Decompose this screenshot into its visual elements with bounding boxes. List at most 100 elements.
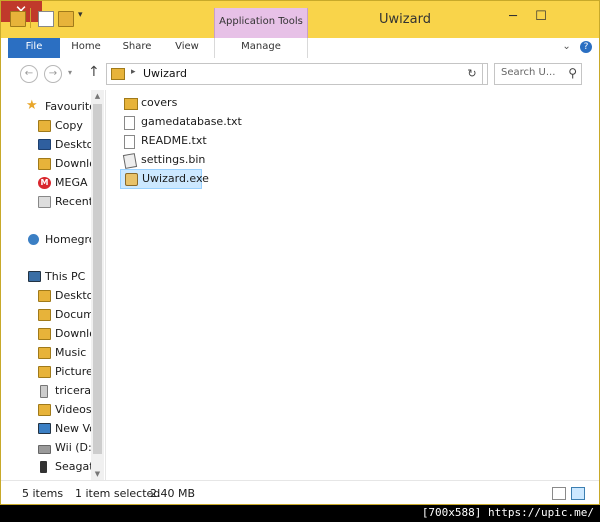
status-bar: 5 items 1 item selected 2.40 MB — [0, 480, 600, 506]
ribbon-tabs: File Home Share View Manage ⌄ ? — [0, 38, 600, 59]
phone-icon — [40, 461, 47, 473]
search-placeholder: Search U... — [501, 67, 556, 78]
nav-item-desktop-pc[interactable]: Desktop — [0, 287, 92, 305]
scroll-up-icon[interactable]: ▲ — [91, 90, 104, 102]
folder-icon — [38, 120, 51, 132]
folder-icon — [38, 366, 51, 378]
nav-item-copy[interactable]: Copy — [0, 117, 92, 135]
folder-icon — [124, 98, 138, 110]
nav-item-homegroup[interactable]: Homegroup — [0, 231, 92, 249]
nav-item-label: Seagate — [55, 460, 92, 473]
refresh-button[interactable]: ↻ — [462, 63, 483, 85]
maximize-button[interactable]: ☐ — [528, 6, 554, 28]
new-folder-icon[interactable] — [58, 11, 74, 27]
nav-item-favourites[interactable]: ★ Favourites — [0, 98, 92, 116]
homegroup-icon — [28, 234, 39, 245]
text-file-icon — [124, 135, 135, 149]
back-button[interactable]: ← — [20, 65, 38, 83]
nav-item-recent[interactable]: Recent places — [0, 193, 92, 211]
tab-manage[interactable]: Manage — [214, 38, 308, 58]
folder-icon — [38, 347, 51, 359]
file-name: README.txt — [141, 134, 207, 147]
up-button[interactable]: ↑ — [88, 64, 100, 80]
folder-icon — [38, 309, 51, 321]
folder-icon — [111, 68, 125, 80]
nav-item-label: Copy — [55, 119, 83, 132]
search-input[interactable]: Search U... ⚲ — [494, 63, 582, 85]
file-name: covers — [141, 96, 178, 109]
nav-item-videos[interactable]: Videos — [0, 401, 92, 419]
nav-item-triceratops[interactable]: triceratops — [0, 382, 92, 400]
file-name: Uwizard.exe — [142, 172, 209, 185]
nav-item-pictures[interactable]: Pictures — [0, 363, 92, 381]
tab-view[interactable]: View — [166, 38, 208, 58]
forward-button[interactable]: → — [44, 65, 62, 83]
nav-item-wii-drive[interactable]: Wii (D:) — [0, 439, 92, 457]
desktop-icon — [38, 139, 51, 150]
drive-icon — [38, 423, 51, 434]
tab-file[interactable]: File — [8, 38, 60, 58]
nav-item-label: Documents — [55, 308, 92, 321]
content-scrollbar[interactable] — [588, 90, 600, 480]
tab-share[interactable]: Share — [114, 38, 160, 58]
nav-item-new-volume[interactable]: New Volume — [0, 420, 92, 438]
breadcrumb-separator-icon[interactable]: ▸ — [131, 67, 136, 77]
scroll-down-icon[interactable]: ▼ — [91, 468, 104, 480]
tab-application-tools[interactable]: Application Tools — [214, 8, 308, 38]
selection-status: 1 item selected — [75, 487, 161, 500]
nav-item-documents[interactable]: Documents — [0, 306, 92, 324]
nav-item-downloads-pc[interactable]: Downloads — [0, 325, 92, 343]
search-icon[interactable]: ⚲ — [568, 66, 577, 80]
list-item[interactable]: README.txt — [120, 132, 210, 150]
nav-item-this-pc[interactable]: This PC — [0, 268, 92, 286]
window-title: Uwizard — [379, 12, 431, 27]
nav-item-label: Desktop — [55, 138, 92, 151]
help-icon[interactable]: ? — [580, 41, 592, 53]
nav-item-seagate[interactable]: Seagate — [0, 458, 92, 476]
nav-pane-scrollbar[interactable]: ▲ ▼ — [91, 90, 104, 480]
nav-item-label: Pictures — [55, 365, 92, 378]
navigation-bar: ← → ▾ ↑ ▸ Uwizard ▾ ↻ Search U... ⚲ — [0, 58, 600, 91]
nav-item-label: Music — [55, 346, 87, 359]
address-bar[interactable]: ▸ Uwizard ▾ — [106, 63, 488, 85]
list-item-selected[interactable]: Uwizard.exe — [120, 169, 209, 189]
list-item[interactable]: covers — [120, 94, 190, 112]
list-item[interactable]: gamedatabase.txt — [120, 113, 242, 131]
bin-file-icon — [122, 153, 138, 169]
minimize-button[interactable]: ─ — [500, 6, 526, 28]
nav-item-mega[interactable]: M MEGA — [0, 174, 92, 192]
title-bar: ▾ Application Tools Uwizard ─ ☐ ✕ — [0, 0, 600, 38]
file-name: gamedatabase.txt — [141, 115, 242, 128]
watermark-text: [700x588] https://upic.me/ — [421, 506, 594, 519]
folder-icon — [38, 290, 51, 302]
quick-access-dropdown-icon[interactable]: ▾ — [78, 10, 83, 20]
recent-icon — [38, 196, 51, 208]
properties-icon[interactable] — [38, 11, 54, 27]
nav-item-desktop[interactable]: Desktop — [0, 136, 92, 154]
breadcrumb-current[interactable]: Uwizard — [143, 67, 187, 80]
large-icons-view-icon[interactable] — [571, 487, 585, 500]
file-name: settings.bin — [141, 153, 206, 166]
folder-icon — [38, 404, 51, 416]
nav-item-music[interactable]: Music — [0, 344, 92, 362]
nav-item-label: Homegroup — [45, 233, 92, 246]
item-count: 5 items — [22, 487, 64, 500]
nav-item-downloads[interactable]: Downloads — [0, 155, 92, 173]
tab-home[interactable]: Home — [64, 38, 108, 58]
folder-icon — [10, 11, 26, 27]
exe-icon — [125, 173, 138, 186]
navigation-pane: ★ Favourites Copy Desktop Downloads M ME… — [0, 90, 106, 480]
nav-item-label: This PC — [45, 270, 86, 283]
image-caption-bar: [700x588] https://upic.me/ — [0, 505, 600, 522]
ribbon-expand-icon[interactable]: ⌄ — [562, 41, 570, 52]
explorer-window: ▾ Application Tools Uwizard ─ ☐ ✕ File H… — [0, 0, 600, 506]
list-item[interactable]: settings.bin — [120, 151, 210, 169]
nav-item-label: Videos — [55, 403, 92, 416]
nav-item-label: Favourites — [45, 100, 92, 113]
user-folder-icon — [40, 385, 48, 398]
nav-item-label: Downloads — [55, 157, 92, 170]
file-list: covers gamedatabase.txt README.txt setti… — [106, 90, 588, 480]
recent-locations-icon[interactable]: ▾ — [68, 68, 72, 77]
details-view-icon[interactable] — [552, 487, 566, 500]
scroll-thumb[interactable] — [93, 104, 102, 454]
